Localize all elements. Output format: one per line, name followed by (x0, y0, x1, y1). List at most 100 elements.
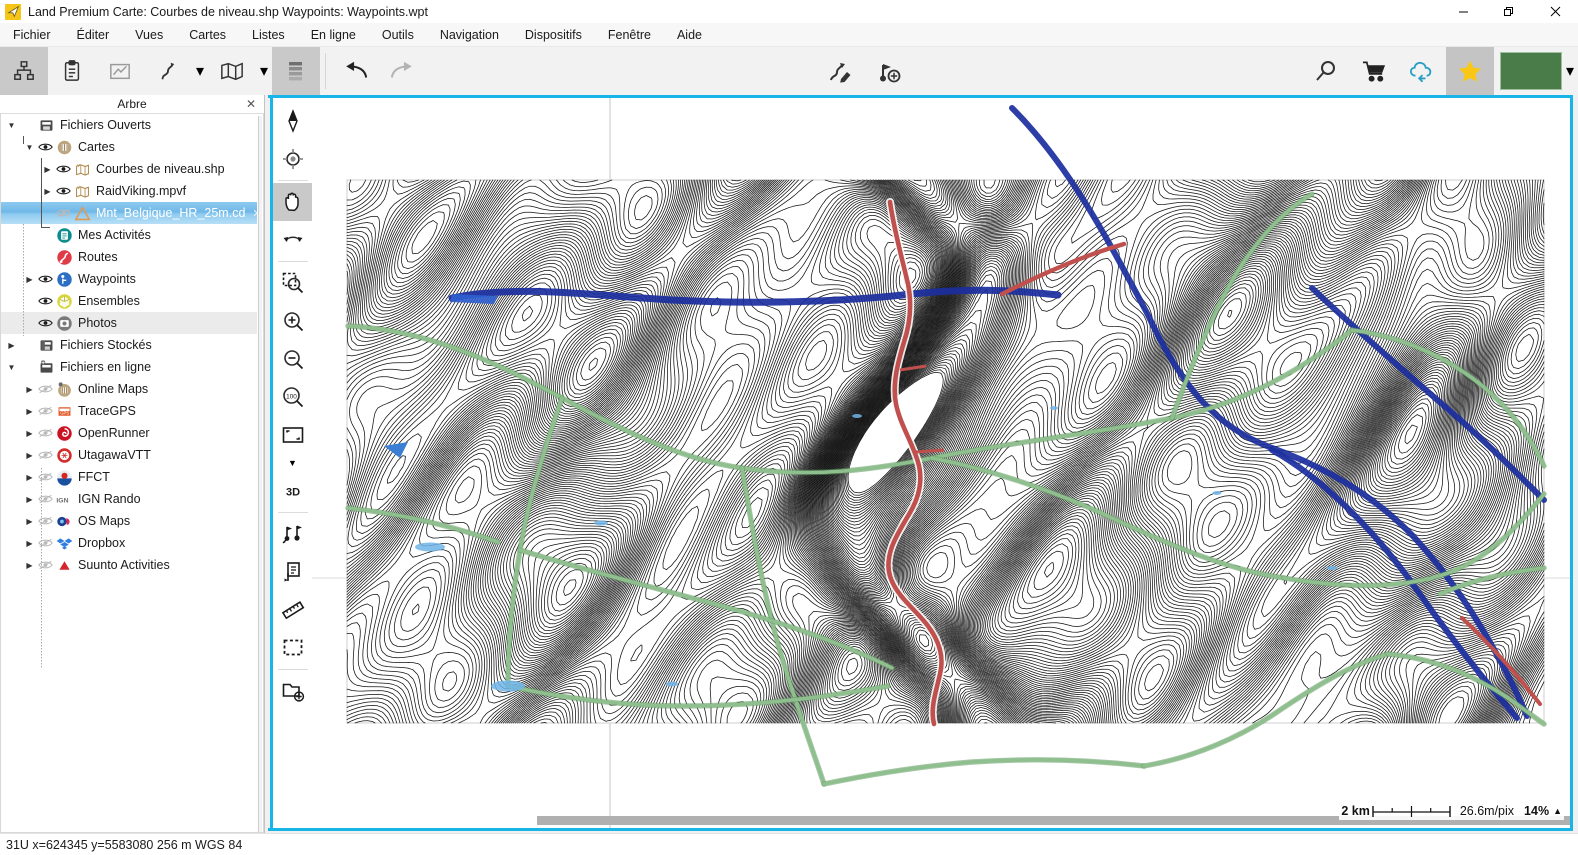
tree-node-label: OpenRunner (78, 426, 150, 440)
chevron-right-icon[interactable]: ▶ (23, 378, 36, 400)
eye-visible-icon[interactable] (54, 202, 72, 224)
eye-visible-icon[interactable] (36, 290, 54, 312)
chevron-down-icon[interactable]: ▼ (5, 114, 18, 136)
select-rectangle-icon[interactable] (273, 629, 313, 667)
folded-map-icon[interactable] (208, 47, 256, 95)
track-dropdown-caret-icon[interactable]: ▾ (192, 47, 208, 95)
tree-node-fichiers-ouverts[interactable]: ▼ Fichiers Ouverts (1, 114, 263, 136)
menu-navigation[interactable]: Navigation (427, 25, 512, 45)
chevron-right-icon[interactable]: ▶ (41, 180, 54, 202)
menu-fenetre[interactable]: Fenêtre (595, 25, 664, 45)
track-route-icon[interactable] (144, 47, 192, 95)
tree-hierarchy-icon[interactable] (0, 47, 48, 95)
menu-editer[interactable]: Éditer (64, 25, 123, 45)
chevron-right-icon[interactable]: ▶ (23, 488, 36, 510)
tree-node-openrunner[interactable]: ▶ OpenRunner (1, 422, 263, 444)
chevron-down-icon[interactable]: ▼ (23, 136, 36, 158)
zoom-caret-icon[interactable]: ▲ (1553, 806, 1562, 816)
menu-outils[interactable]: Outils (369, 25, 427, 45)
tree-node-routes[interactable]: Routes (1, 246, 263, 268)
waypoint-pair-icon[interactable] (273, 515, 313, 553)
close-button[interactable] (1532, 0, 1578, 23)
menu-cartes[interactable]: Cartes (176, 25, 239, 45)
menu-listes[interactable]: Listes (239, 25, 298, 45)
eye-off-icon[interactable] (36, 466, 54, 488)
edit-track-pencil-icon[interactable] (817, 47, 865, 95)
color-dropdown-caret-icon[interactable]: ▾ (1562, 47, 1578, 95)
eye-visible-icon[interactable] (36, 312, 54, 334)
zoom-rectangle-icon[interactable] (273, 264, 313, 302)
chevron-right-icon[interactable]: ▶ (23, 554, 36, 576)
tree-node-online-maps[interactable]: ▶ Online Maps (1, 378, 263, 400)
chevron-right-icon[interactable]: ▶ (23, 400, 36, 422)
eye-visible-icon[interactable] (36, 268, 54, 290)
compass-needle-icon[interactable] (273, 102, 313, 140)
center-target-icon[interactable] (273, 140, 313, 178)
map-dropdown-caret-icon[interactable]: ▾ (256, 47, 272, 95)
cloud-download-icon[interactable] (1398, 47, 1446, 95)
pan-hand-icon[interactable] (272, 183, 313, 221)
magnifier-icon[interactable] (1302, 47, 1350, 95)
undo-arrow-icon[interactable] (331, 47, 379, 95)
tree-node-cartes[interactable]: ▼ Cartes (1, 136, 263, 158)
tree-node-tracegps[interactable]: ▶ GPS TraceGPS (1, 400, 263, 422)
tree-connector-dotted (23, 224, 24, 336)
tree-node-ensembles[interactable]: Ensembles (1, 290, 263, 312)
utagawavtt-logo-icon (54, 444, 74, 466)
menu-dispositifs[interactable]: Dispositifs (512, 25, 595, 45)
3d-view-icon[interactable]: 3D (273, 472, 313, 510)
elevation-graph-icon[interactable] (96, 47, 144, 95)
map-canvas[interactable]: 2 km 26.6m/pix 14% ▲ (312, 98, 1570, 828)
add-waypoint-flag-icon[interactable] (865, 47, 913, 95)
chevron-right-icon[interactable]: ▶ (23, 510, 36, 532)
eye-off-icon[interactable] (36, 554, 54, 576)
layers-stack-icon[interactable] (272, 47, 320, 95)
eye-off-icon[interactable] (36, 400, 54, 422)
eye-visible-icon[interactable] (36, 136, 54, 158)
tree-node-fichiers-en-ligne[interactable]: ▼ Fichiers en ligne (1, 356, 263, 378)
online-files-icon (36, 356, 56, 378)
shopping-cart-icon[interactable] (1350, 47, 1398, 95)
tree-node-fichiers-stock-s[interactable]: ▶ Fichiers Stockés (1, 334, 263, 356)
menu-en-ligne[interactable]: En ligne (298, 25, 369, 45)
zoom-in-icon[interactable] (273, 302, 313, 340)
chevron-right-icon[interactable]: ▶ (41, 158, 54, 180)
menu-fichier[interactable]: Fichier (0, 25, 64, 45)
fit-screen-icon[interactable] (273, 416, 313, 454)
maximize-button[interactable] (1486, 0, 1532, 23)
minimize-button[interactable] (1440, 0, 1486, 23)
eye-off-icon[interactable] (36, 510, 54, 532)
menu-aide[interactable]: Aide (664, 25, 715, 45)
zoom-100-icon[interactable]: 100 (273, 378, 313, 416)
chevron-right-icon[interactable]: ▶ (23, 268, 36, 290)
new-map-window-icon[interactable] (273, 672, 313, 710)
eye-off-icon[interactable] (36, 488, 54, 510)
redo-arrow-icon[interactable] (379, 47, 427, 95)
eye-visible-icon[interactable] (54, 180, 72, 202)
color-swatch-button[interactable] (1500, 52, 1562, 90)
eye-off-icon[interactable] (36, 444, 54, 466)
eye-off-icon[interactable] (36, 378, 54, 400)
tree-node-waypoints[interactable]: ▶ Waypoints (1, 268, 263, 290)
tree-node-photos[interactable]: Photos (1, 312, 263, 334)
tree-vertical-scrollbar[interactable] (257, 114, 263, 832)
zoom-out-icon[interactable] (273, 340, 313, 378)
eye-off-icon[interactable] (36, 422, 54, 444)
rotate-back-icon[interactable] (273, 221, 313, 259)
star-favorite-icon[interactable] (1446, 47, 1494, 95)
clipboard-icon[interactable] (48, 47, 96, 95)
tree-node-utagawavtt[interactable]: ▶ UtagawaVTT (1, 444, 263, 466)
close-icon[interactable]: ✕ (246, 97, 256, 111)
chevron-right-icon[interactable]: ▶ (23, 532, 36, 554)
chevron-right-icon[interactable]: ▶ (23, 422, 36, 444)
chevron-down-icon[interactable]: ▼ (5, 356, 18, 378)
chevron-right-icon[interactable]: ▶ (23, 466, 36, 488)
map-tools-more-caret-icon[interactable]: ▼ (273, 454, 313, 472)
chevron-right-icon[interactable]: ▶ (5, 334, 18, 356)
ruler-measure-icon[interactable] (273, 591, 313, 629)
chevron-right-icon[interactable]: ▶ (23, 444, 36, 466)
eye-off-icon[interactable] (36, 532, 54, 554)
note-flag-icon[interactable] (273, 553, 313, 591)
menu-vues[interactable]: Vues (122, 25, 176, 45)
eye-visible-icon[interactable] (54, 158, 72, 180)
